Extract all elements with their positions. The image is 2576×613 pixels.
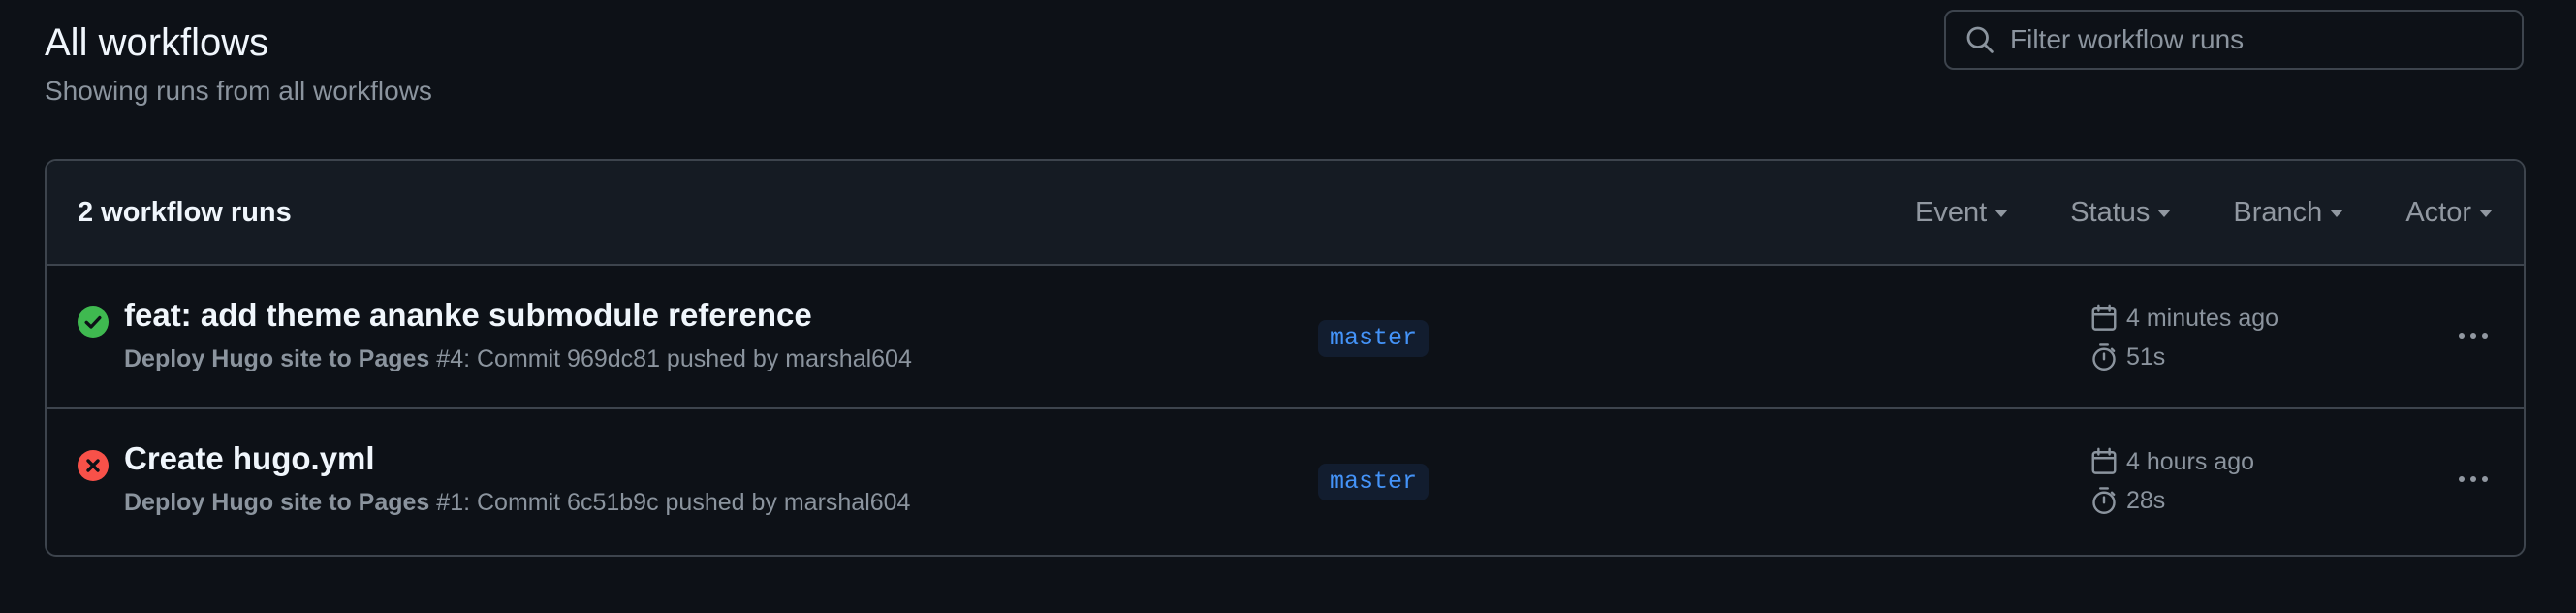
workflow-run-row[interactable]: feat: add theme ananke submodule referen… xyxy=(47,266,2524,409)
filter-event-label: Event xyxy=(1915,196,1988,228)
run-started-text: 4 hours ago xyxy=(2126,448,2255,475)
search-icon xyxy=(1966,26,1994,53)
filter-actor-label: Actor xyxy=(2405,196,2471,228)
run-options-button[interactable] xyxy=(2450,464,2497,495)
run-meta: Deploy Hugo site to Pages #4: Commit 969… xyxy=(124,343,912,374)
page-title: All workflows xyxy=(45,21,269,64)
runs-header: 2 workflow runs Event Status Branch Acto… xyxy=(47,161,2524,266)
kebab-horizontal-icon xyxy=(2459,333,2465,339)
filter-actor-menu[interactable]: Actor xyxy=(2405,197,2493,229)
x-circle-icon xyxy=(78,450,109,481)
run-timing: 4 hours ago 28s xyxy=(2089,446,2254,516)
kebab-dot xyxy=(2470,476,2476,482)
runs-count: 2 workflow runs xyxy=(78,196,292,228)
run-title-link[interactable]: Create hugo.yml xyxy=(124,438,375,479)
kebab-dot xyxy=(2482,333,2488,339)
run-duration: 28s xyxy=(2089,485,2254,516)
filter-status-label: Status xyxy=(2070,196,2151,228)
workflow-run-row[interactable]: Create hugo.yml Deploy Hugo site to Page… xyxy=(47,409,2524,553)
caret-down-icon xyxy=(1995,210,2009,217)
caret-down-icon xyxy=(2479,210,2493,217)
filter-event-menu[interactable]: Event xyxy=(1915,196,2009,229)
workflow-name: Deploy Hugo site to Pages xyxy=(124,489,430,516)
search-input[interactable] xyxy=(2010,24,2522,55)
check-circle-icon xyxy=(78,306,109,338)
search-box[interactable] xyxy=(1944,10,2524,70)
run-options-button[interactable] xyxy=(2450,320,2497,351)
workflow-name: Deploy Hugo site to Pages xyxy=(124,345,430,372)
run-detail: : Commit 969dc81 pushed by marshal604 xyxy=(463,345,912,372)
run-duration: 51s xyxy=(2089,341,2278,372)
run-duration-text: 51s xyxy=(2126,343,2166,371)
run-started: 4 hours ago xyxy=(2089,446,2254,477)
page-subtitle: Showing runs from all workflows xyxy=(45,76,432,106)
run-number: #4 xyxy=(429,345,464,372)
stopwatch-icon xyxy=(2092,487,2116,514)
run-timing: 4 minutes ago 51s xyxy=(2089,303,2278,372)
run-started-text: 4 minutes ago xyxy=(2126,305,2279,332)
stopwatch-icon xyxy=(2092,343,2116,371)
workflow-runs-panel: 2 workflow runs Event Status Branch Acto… xyxy=(45,159,2526,557)
branch-badge[interactable]: master xyxy=(1318,464,1429,500)
run-detail: : Commit 6c51b9c pushed by marshal604 xyxy=(463,489,911,516)
calendar-icon xyxy=(2091,304,2117,331)
caret-down-icon xyxy=(2330,210,2344,217)
kebab-horizontal-icon xyxy=(2459,476,2465,482)
run-duration-text: 28s xyxy=(2126,487,2166,514)
kebab-dot xyxy=(2482,476,2488,482)
filter-status-menu[interactable]: Status xyxy=(2070,196,2172,229)
filter-branch-label: Branch xyxy=(2233,196,2323,228)
kebab-dot xyxy=(2470,333,2476,339)
caret-down-icon xyxy=(2157,210,2172,217)
branch-badge[interactable]: master xyxy=(1318,320,1429,357)
run-started: 4 minutes ago xyxy=(2089,303,2278,334)
run-title-link[interactable]: feat: add theme ananke submodule referen… xyxy=(124,295,812,336)
run-meta: Deploy Hugo site to Pages #1: Commit 6c5… xyxy=(124,487,910,518)
run-number: #1 xyxy=(429,489,464,516)
calendar-icon xyxy=(2091,447,2117,474)
filter-branch-menu[interactable]: Branch xyxy=(2233,196,2344,229)
